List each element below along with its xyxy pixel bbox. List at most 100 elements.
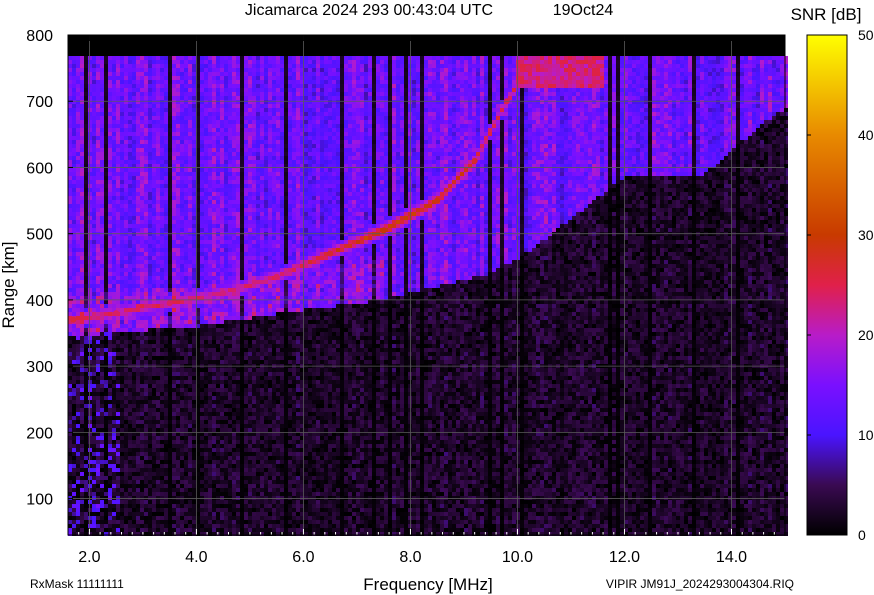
heatmap-cell bbox=[164, 528, 168, 532]
heatmap-cell bbox=[180, 144, 184, 148]
heatmap-cell bbox=[84, 220, 88, 224]
heatmap-cell bbox=[212, 260, 216, 264]
heatmap-cell bbox=[188, 288, 192, 292]
heatmap-cell bbox=[212, 348, 216, 352]
heatmap-cell bbox=[84, 152, 88, 156]
heatmap-cell bbox=[172, 220, 176, 224]
heatmap-cell bbox=[188, 168, 192, 172]
heatmap-cell bbox=[168, 436, 172, 440]
heatmap-cell bbox=[160, 68, 164, 72]
heatmap-cell bbox=[176, 324, 180, 328]
heatmap-cell bbox=[156, 160, 160, 164]
heatmap-cell bbox=[144, 500, 148, 504]
heatmap-cell bbox=[180, 312, 184, 316]
heatmap-cell bbox=[160, 168, 164, 172]
heatmap-cell bbox=[164, 188, 168, 192]
heatmap-cell bbox=[104, 220, 108, 224]
heatmap-cell bbox=[176, 88, 180, 92]
heatmap-cell bbox=[180, 240, 184, 244]
heatmap-cell bbox=[156, 240, 160, 244]
heatmap-cell bbox=[124, 448, 128, 452]
heatmap-cell bbox=[180, 472, 184, 476]
heatmap-cell bbox=[68, 220, 72, 224]
heatmap-cell bbox=[172, 392, 176, 396]
heatmap-cell bbox=[116, 376, 120, 380]
heatmap-cell bbox=[212, 524, 216, 528]
heatmap-cell bbox=[172, 144, 176, 148]
heatmap-cell bbox=[212, 412, 216, 416]
heatmap-cell bbox=[96, 220, 100, 224]
heatmap-cell bbox=[220, 396, 224, 400]
heatmap-cell bbox=[76, 412, 80, 416]
heatmap-cell bbox=[160, 88, 164, 92]
heatmap-cell bbox=[156, 112, 160, 116]
heatmap-cell bbox=[212, 80, 216, 84]
heatmap-cell bbox=[200, 104, 204, 108]
heatmap-cell bbox=[180, 388, 184, 392]
heatmap-cell bbox=[100, 188, 104, 192]
heatmap-cell bbox=[200, 208, 204, 212]
heatmap-cell bbox=[192, 156, 196, 160]
heatmap-cell bbox=[184, 184, 188, 188]
heatmap-cell bbox=[224, 224, 228, 228]
heatmap-cell bbox=[192, 236, 196, 240]
heatmap-cell bbox=[108, 300, 112, 304]
heatmap-cell bbox=[140, 88, 144, 92]
heatmap-cell bbox=[160, 376, 164, 380]
heatmap-cell bbox=[172, 196, 176, 200]
heatmap-cell bbox=[132, 228, 136, 232]
heatmap-cell bbox=[136, 292, 140, 296]
heatmap-cell bbox=[84, 444, 88, 448]
heatmap-cell bbox=[100, 340, 104, 344]
heatmap-cell bbox=[204, 116, 208, 120]
heatmap-cell bbox=[80, 224, 84, 228]
heatmap-cell bbox=[212, 460, 216, 464]
heatmap-cell bbox=[184, 504, 188, 508]
heatmap-cell bbox=[68, 112, 72, 116]
heatmap-cell bbox=[172, 112, 176, 116]
heatmap-cell bbox=[184, 224, 188, 228]
heatmap-cell bbox=[152, 196, 156, 200]
heatmap-cell bbox=[152, 104, 156, 108]
heatmap-cell bbox=[228, 100, 232, 104]
heatmap-cell bbox=[84, 56, 88, 60]
heatmap-cell bbox=[224, 84, 228, 88]
heatmap-cell bbox=[208, 416, 212, 420]
heatmap-cell bbox=[184, 500, 188, 504]
heatmap-cell bbox=[216, 268, 220, 272]
heatmap-cell bbox=[72, 104, 76, 108]
heatmap-cell bbox=[108, 460, 112, 464]
heatmap-cell bbox=[84, 244, 88, 248]
heatmap-cell bbox=[108, 452, 112, 456]
heatmap-cell bbox=[68, 496, 72, 500]
heatmap-cell bbox=[112, 396, 116, 400]
heatmap-cell bbox=[96, 144, 100, 148]
heatmap-cell bbox=[72, 268, 76, 272]
heatmap-cell bbox=[180, 100, 184, 104]
heatmap-cell bbox=[140, 144, 144, 148]
heatmap-cell bbox=[84, 472, 88, 476]
heatmap-cell bbox=[84, 460, 88, 464]
heatmap-cell bbox=[208, 240, 212, 244]
heatmap-cell bbox=[228, 228, 232, 232]
heatmap-cell bbox=[72, 96, 76, 100]
heatmap-cell bbox=[144, 332, 148, 336]
heatmap-cell bbox=[96, 408, 100, 412]
heatmap-cell bbox=[140, 84, 144, 88]
heatmap-cell bbox=[124, 304, 128, 308]
heatmap-cell bbox=[68, 440, 72, 444]
heatmap-cell bbox=[152, 324, 156, 328]
heatmap-cell bbox=[124, 176, 128, 180]
heatmap-cell bbox=[144, 252, 148, 256]
heatmap-cell bbox=[108, 500, 112, 504]
heatmap-cell bbox=[220, 148, 224, 152]
heatmap-cell bbox=[164, 508, 168, 512]
heatmap-cell bbox=[112, 100, 116, 104]
heatmap-cell bbox=[80, 320, 84, 324]
heatmap-cell bbox=[96, 208, 100, 212]
heatmap-cell bbox=[140, 460, 144, 464]
heatmap-cell bbox=[108, 104, 112, 108]
heatmap-cell bbox=[224, 516, 228, 520]
heatmap-cell bbox=[100, 504, 104, 508]
heatmap-cell bbox=[80, 500, 84, 504]
